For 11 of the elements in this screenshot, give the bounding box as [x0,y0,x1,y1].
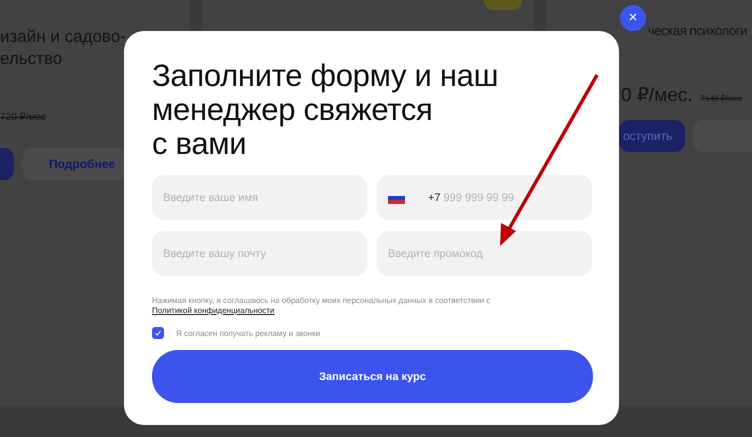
consent-text: Нажимая кнопку, я соглашаюсь на обработку моих персональных данных в соответствии с Политикой конфиденциальности [152,296,492,316]
phone-input[interactable]: 999 999 99 99 [444,192,564,204]
modal-title: Заполните форму и наш менеджер свяжется с вами [152,59,500,161]
phone-field[interactable]: +7 999 999 99 99 [377,175,592,220]
country-code: +7 [428,192,441,204]
checkbox-label: Я согласен получать рекламу и звонки [176,328,320,338]
input-field[interactable]: Введите вашу почту [152,231,367,276]
privacy-link[interactable]: Политикой конфиденциальности [152,306,274,315]
input-field[interactable]: Введите промокод [377,231,592,276]
submit-button[interactable]: Записаться на курс [152,350,593,403]
input-field[interactable]: Введите ваше имя [152,175,367,220]
